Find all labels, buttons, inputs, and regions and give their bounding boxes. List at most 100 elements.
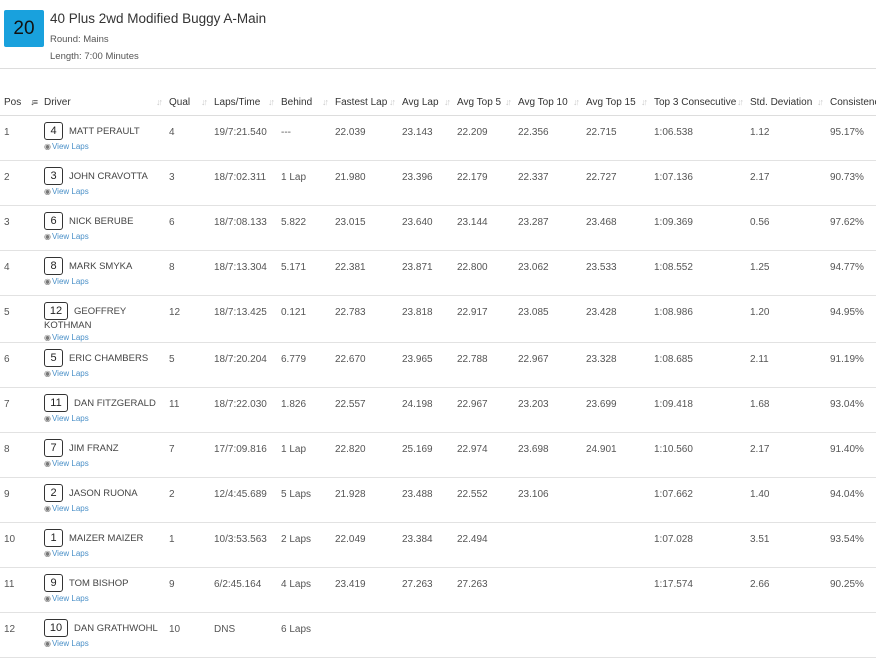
view-laps-link[interactable]: ◉View Laps [44,187,165,196]
sort-icon[interactable]: ↓↑ [322,96,329,109]
view-laps-link[interactable]: ◉View Laps [44,333,165,342]
sort-icon[interactable]: ↓↑ [201,96,208,109]
cell-pos: 8 [0,432,40,479]
cell-value: 6.779 [281,354,307,366]
cell-std: 1.40 [746,477,826,524]
column-header-std[interactable]: Std. Deviation ↓↑ [746,68,826,116]
cell-value: 18/7:08.133 [214,217,267,228]
cell-value: 22.788 [457,354,488,366]
table-row: 10 1 MAIZER MAIZER ◉View Laps 1 10/3:53.563 2 … [0,522,876,569]
column-label: Driver [44,97,71,108]
cell-fastest: 22.039 [331,115,398,161]
column-header-avg5[interactable]: Avg Top 5 ↓↑ [453,68,514,116]
view-laps-link[interactable]: ◉View Laps [44,639,165,648]
column-header-avg10[interactable]: Avg Top 10 ↓↑ [514,68,582,116]
cell-behind: 6 Laps [277,612,331,658]
column-header-driver[interactable]: Driver ↓↑ [40,68,165,116]
cell-value: 23.533 [586,262,617,273]
driver-name: JIM FRANZ [69,442,119,454]
column-header-cons[interactable]: Consistency [826,68,876,116]
view-laps-link[interactable]: ◉View Laps [44,459,165,468]
cell-value: 22.715 [586,127,617,138]
sort-icon[interactable]: ↓↑ [817,96,824,109]
cell-value: 12/4:45.689 [214,489,267,501]
driver-cell: 3 JOHN CRAVOTTA ◉View Laps [40,160,165,206]
sort-icon[interactable]: ↓↑ [737,96,744,109]
cell-top3: 1:09.418 [650,387,746,434]
cell-value: 1:08.552 [654,262,693,273]
cell-std: 2.66 [746,567,826,614]
column-header-top3[interactable]: Top 3 Consecutive ↓↑ [650,68,746,116]
cell-value: 1:09.418 [654,399,693,411]
column-label: Fastest Lap [335,97,388,108]
cell-behind: 5.822 [277,205,331,251]
cell-avg_lap: 23.871 [398,250,453,296]
cell-avg_lap: 25.169 [398,432,453,479]
view-laps-link[interactable]: ◉View Laps [44,594,165,603]
view-laps-link[interactable]: ◉View Laps [44,549,165,558]
driver-cell: 1 MAIZER MAIZER ◉View Laps [40,522,165,569]
sort-asc-icon[interactable]: ↓≡ [30,96,38,109]
sort-icon[interactable]: ↓↑ [641,96,648,109]
cell-value: 18/7:02.311 [214,172,267,183]
cell-avg10 [514,522,582,569]
car-number-badge: 9 [44,574,63,593]
view-laps-link[interactable]: ◉View Laps [44,369,165,378]
column-header-behind[interactable]: Behind ↓↑ [277,68,331,116]
cell-value: 22.381 [335,262,366,273]
sort-icon[interactable]: ↓↑ [389,96,396,109]
cell-laps_time: 12/4:45.689 [210,477,277,524]
eye-icon: ◉ [44,142,51,151]
cell-pos: 7 [0,387,40,434]
cell-value: 23.965 [402,354,433,366]
cell-pos: 4 [0,250,40,296]
cell-value: 1:17.574 [654,579,693,591]
driver-cell: 6 NICK BERUBE ◉View Laps [40,205,165,251]
cell-cons: 94.77% [826,250,876,296]
cell-avg_lap: 23.143 [398,115,453,161]
cell-avg10: 23.203 [514,387,582,434]
cell-value: 90.25% [830,579,864,591]
cell-value [586,523,650,534]
cell-pos: 6 [0,342,40,389]
car-number-badge: 12 [44,302,68,320]
cell-fastest: 22.670 [331,342,398,389]
cell-value: 23.203 [518,399,549,411]
cell-behind: 5.171 [277,250,331,296]
sort-icon[interactable]: ↓↑ [444,96,451,109]
sort-icon[interactable]: ↓↑ [573,96,580,109]
column-header-fastest[interactable]: Fastest Lap ↓↑ [331,68,398,116]
view-laps-link[interactable]: ◉View Laps [44,142,165,151]
cell-value: 27.263 [402,579,433,591]
cell-value [518,568,582,579]
cell-fastest: 21.928 [331,477,398,524]
cell-value: 23.015 [335,217,366,228]
column-header-avg_lap[interactable]: Avg Lap ↓↑ [398,68,453,116]
cell-value: 10 [169,624,181,636]
column-header-qual[interactable]: Qual ↓↑ [165,68,210,116]
sort-icon[interactable]: ↓↑ [505,96,512,109]
view-laps-link[interactable]: ◉View Laps [44,504,165,513]
cell-value: 10 [4,534,16,546]
cell-cons: 93.54% [826,522,876,569]
cell-value: 22.494 [457,534,488,546]
column-header-avg15[interactable]: Avg Top 15 ↓↑ [582,68,650,116]
cell-qual: 8 [165,250,210,296]
view-laps-link[interactable]: ◉View Laps [44,277,165,286]
view-laps-link[interactable]: ◉View Laps [44,232,165,241]
column-header-laps_time[interactable]: Laps/Time ↓↑ [210,68,277,116]
eye-icon: ◉ [44,187,51,196]
cell-value: 6 [4,354,10,366]
cell-value: 0.121 [281,307,307,318]
column-header-pos[interactable]: Pos ↓≡ [0,68,40,116]
driver-cell: 5 ERIC CHAMBERS ◉View Laps [40,342,165,389]
view-laps-link[interactable]: ◉View Laps [44,414,165,423]
cell-behind: 5 Laps [277,477,331,524]
table-row: 2 3 JOHN CRAVOTTA ◉View Laps 3 18/7:02.311 1 L… [0,160,876,206]
sort-icon[interactable]: ↓↑ [268,96,275,109]
sort-icon[interactable]: ↓↑ [156,96,163,109]
cell-qual: 11 [165,387,210,434]
driver-name: NICK BERUBE [69,215,134,227]
cell-qual: 9 [165,567,210,614]
eye-icon: ◉ [44,369,51,379]
